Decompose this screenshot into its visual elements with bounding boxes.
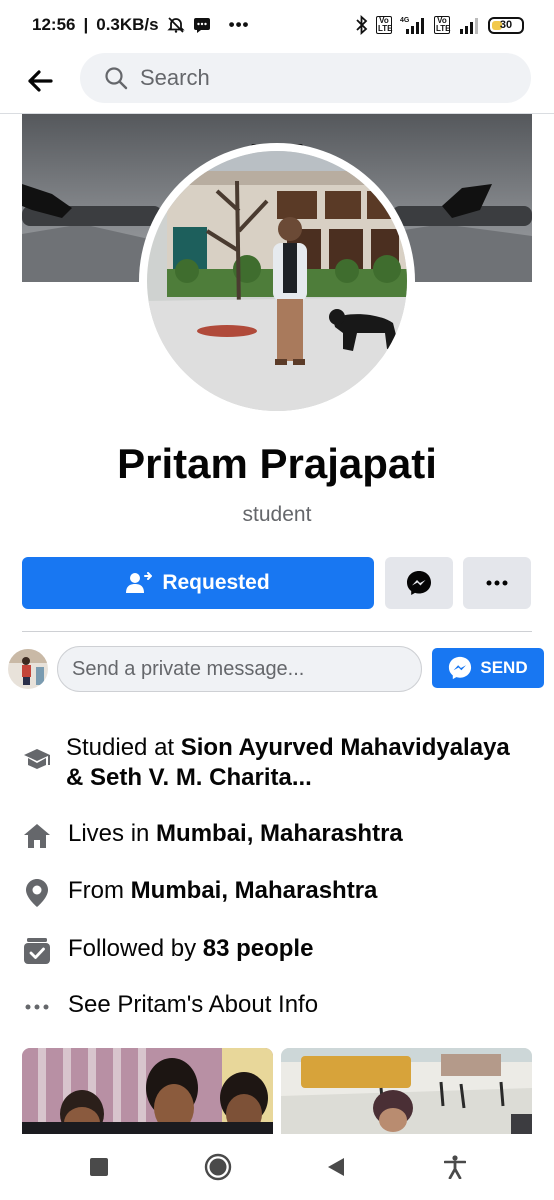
battery-icon: 30 xyxy=(488,16,524,34)
followers-value[interactable]: 83 people xyxy=(203,935,314,962)
home-button[interactable] xyxy=(193,1142,243,1192)
education-text: Studied at Sion Ayurved Mahavidyalaya & … xyxy=(66,733,516,793)
profile-avatar[interactable] xyxy=(139,143,415,419)
status-time: 12:56 xyxy=(32,15,76,34)
more-icon xyxy=(486,580,508,586)
accessibility-button[interactable] xyxy=(430,1142,480,1192)
from-value[interactable]: Mumbai, Maharashtra xyxy=(131,877,378,904)
photo-image xyxy=(281,1048,532,1134)
back-nav-button[interactable] xyxy=(311,1142,361,1192)
message-notification-icon xyxy=(193,16,211,34)
back-triangle-icon xyxy=(328,1158,345,1176)
followers-text: Followed by 83 people xyxy=(68,934,313,964)
lives-in-value[interactable]: Mumbai, Maharashtra xyxy=(156,820,403,847)
status-bar: 12:56 | 0.3KB/s ••• Vo LTE 4G Vo LTE 30 xyxy=(0,0,554,50)
lives-in-text: Lives in Mumbai, Maharashtra xyxy=(68,819,403,849)
followers-icon xyxy=(22,936,52,966)
messenger-send-icon xyxy=(448,656,472,680)
status-separator: | xyxy=(83,15,89,34)
section-divider xyxy=(22,631,532,632)
photo-image xyxy=(22,1048,273,1134)
location-icon xyxy=(22,878,52,908)
volte-badge-2: Vo LTE xyxy=(434,16,451,34)
lives-in-prefix: Lives in xyxy=(68,820,157,847)
bluetooth-icon xyxy=(356,15,368,35)
add-friend-icon xyxy=(126,572,153,594)
about-lives-in: Lives in Mumbai, Maharashtra xyxy=(22,819,532,851)
profile-picture xyxy=(147,151,407,411)
profile-bio: student xyxy=(242,503,312,526)
volte-badge-1: Vo LTE xyxy=(376,16,393,34)
back-button[interactable] xyxy=(20,61,60,101)
more-notifications-icon: ••• xyxy=(228,15,250,34)
profile-name: Pritam Prajapati xyxy=(117,440,437,487)
home-icon xyxy=(22,821,52,851)
messenger-icon xyxy=(407,571,431,595)
search-icon xyxy=(104,66,128,90)
send-label: SEND xyxy=(480,658,528,677)
ellipsis-icon xyxy=(22,992,52,1022)
requested-button[interactable]: Requested xyxy=(22,557,374,609)
signal-strength-icon-2 xyxy=(458,15,480,35)
battery-level: 30 xyxy=(499,19,513,31)
followers-prefix: Followed by xyxy=(68,935,203,962)
search-input[interactable] xyxy=(140,65,500,91)
see-about-info-text: See Pritam's About Info xyxy=(68,991,319,1018)
signal-strength-icon: 4G xyxy=(400,15,426,35)
svg-text:4G: 4G xyxy=(400,17,410,24)
requested-label: Requested xyxy=(162,571,270,594)
education-icon xyxy=(22,745,52,775)
status-right: Vo LTE 4G Vo LTE 30 xyxy=(356,15,524,35)
about-from: From Mumbai, Maharashtra xyxy=(22,876,532,908)
photo-thumbnail[interactable] xyxy=(22,1048,273,1134)
stop-icon xyxy=(90,1158,109,1176)
home-circle-icon xyxy=(204,1153,231,1181)
back-arrow-icon xyxy=(28,70,53,92)
messenger-button[interactable] xyxy=(385,557,453,609)
send-button[interactable]: SEND xyxy=(432,648,544,688)
status-speed: 0.3KB/s xyxy=(96,15,159,34)
from-text: From Mumbai, Maharashtra xyxy=(68,876,377,906)
about-followers: Followed by 83 people xyxy=(22,934,532,966)
accessibility-icon xyxy=(443,1155,466,1179)
search-bar[interactable] xyxy=(80,53,531,103)
private-message-input[interactable] xyxy=(57,646,422,692)
more-options-button[interactable] xyxy=(463,557,531,609)
user-avatar xyxy=(8,649,48,689)
status-left: 12:56 | 0.3KB/s ••• xyxy=(32,15,249,35)
about-education: Studied at Sion Ayurved Mahavidyalaya & … xyxy=(22,733,532,793)
education-prefix: Studied at xyxy=(66,734,181,761)
see-about-info-link[interactable]: See Pritam's About Info xyxy=(22,990,532,1022)
from-prefix: From xyxy=(68,877,131,904)
top-bar xyxy=(0,50,554,112)
system-nav-bar xyxy=(0,1134,554,1200)
recents-button[interactable] xyxy=(74,1142,124,1192)
photo-thumbnail[interactable] xyxy=(281,1048,532,1134)
alarm-off-icon xyxy=(166,16,185,34)
